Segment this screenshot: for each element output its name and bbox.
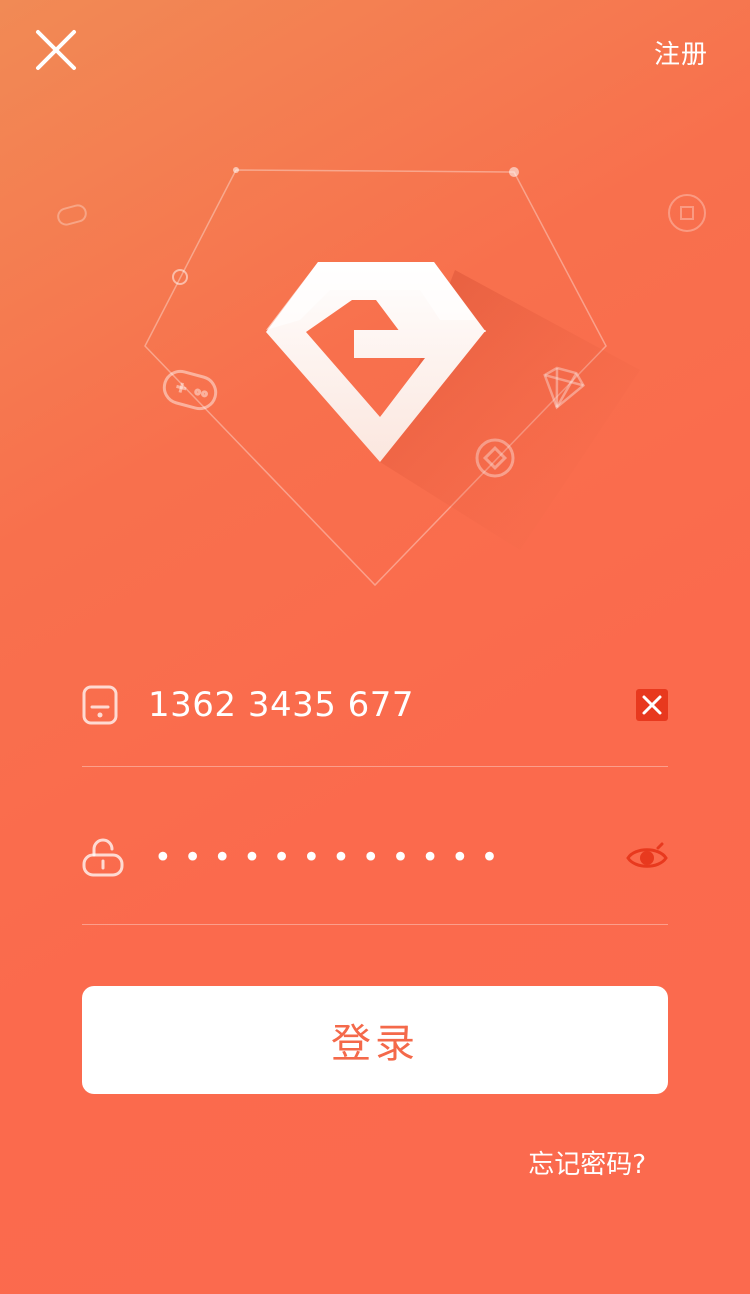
login-button[interactable]: 登录 xyxy=(82,986,668,1094)
register-link[interactable]: 注册 xyxy=(654,34,708,71)
coin-small-icon xyxy=(668,194,706,232)
gamepad-icon xyxy=(162,369,218,411)
logo-graphic xyxy=(57,167,706,587)
forgot-password-link[interactable]: 忘记密码? xyxy=(528,1144,646,1181)
phone-icon xyxy=(82,685,118,725)
gamepad-small-icon xyxy=(57,204,87,226)
phone-input[interactable]: 1362 3435 677 xyxy=(148,685,414,725)
toggle-password-visibility-button[interactable] xyxy=(626,842,668,874)
divider xyxy=(82,924,668,925)
clear-phone-button[interactable] xyxy=(636,689,668,721)
divider xyxy=(82,766,668,767)
password-field[interactable]: •••••••••••• xyxy=(82,808,668,908)
logo-hero xyxy=(0,140,750,610)
close-icon xyxy=(36,30,76,70)
eye-icon xyxy=(626,842,668,868)
password-input[interactable]: •••••••••••• xyxy=(154,841,510,876)
lock-icon xyxy=(82,838,124,877)
close-button[interactable] xyxy=(32,28,80,76)
clear-icon xyxy=(636,689,668,721)
phone-field[interactable]: 1362 3435 677 xyxy=(82,655,668,755)
